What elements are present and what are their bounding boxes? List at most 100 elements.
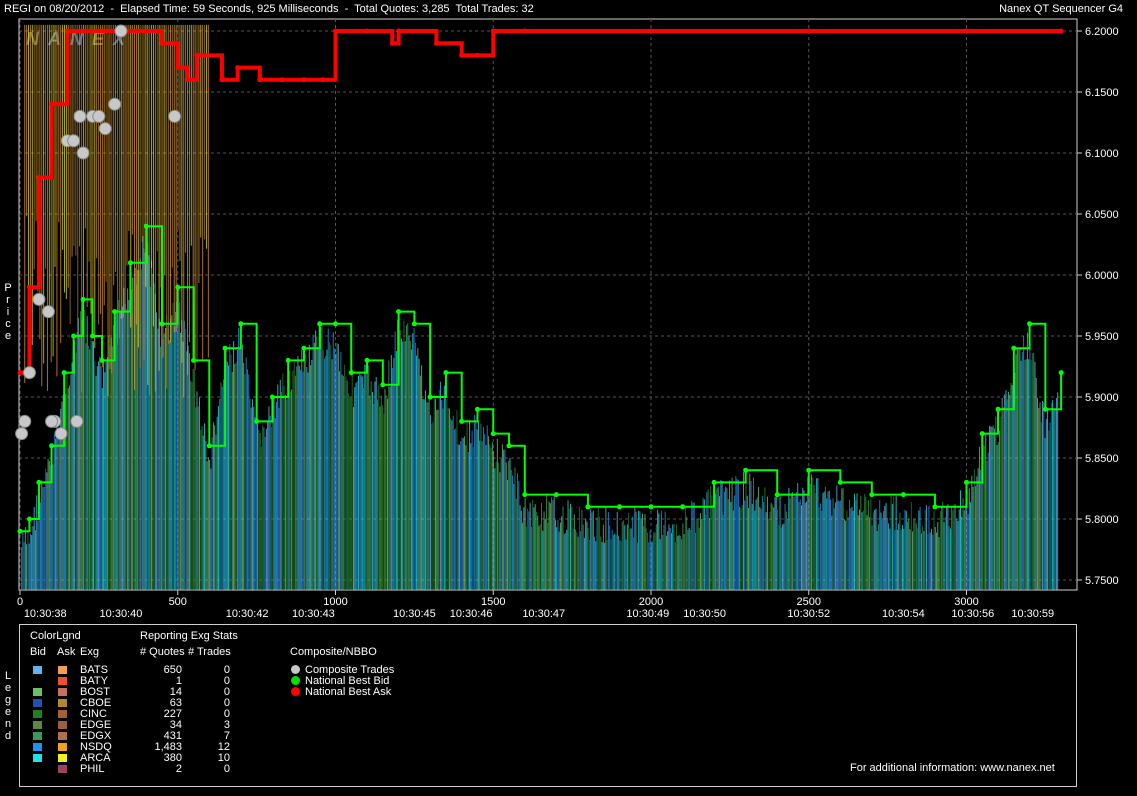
trade-count: 0 — [223, 763, 230, 775]
time-tick-label: 10:30:49 — [626, 608, 669, 620]
bid-point — [364, 357, 370, 363]
bid-point — [711, 479, 717, 485]
ask-point — [17, 370, 23, 376]
x-tick-label: 0 — [17, 596, 23, 608]
bid-color-swatch — [33, 743, 42, 751]
legend-side-title: L e g e n d — [4, 670, 12, 742]
ask-point — [36, 174, 42, 180]
composite-trade-point — [76, 146, 90, 160]
x-tick-label: 500 — [169, 596, 187, 608]
composite-title: Composite/NBBO — [290, 646, 377, 658]
bid-point — [127, 260, 133, 266]
bid-point — [175, 284, 181, 290]
bid-point — [112, 309, 118, 315]
ask-color-swatch — [58, 754, 67, 762]
bid-point — [680, 504, 686, 510]
x-tick-label: 1500 — [481, 596, 505, 608]
bid-point — [285, 357, 291, 363]
bid-point — [206, 443, 212, 449]
composite-legend-label: National Best Ask — [305, 686, 392, 698]
bid-point — [90, 333, 96, 339]
bid-point — [995, 406, 1001, 412]
bid-color-swatch — [33, 710, 42, 718]
bid-color-swatch — [33, 699, 42, 707]
bid-point — [1058, 370, 1064, 376]
ask-point — [648, 28, 654, 34]
composite-legend-marker — [291, 687, 300, 696]
y-tick-label: 5.9000 — [1085, 392, 1119, 404]
y-tick-label: 6.1500 — [1085, 87, 1119, 99]
composite-trade-point — [114, 24, 128, 38]
bid-point — [254, 418, 260, 424]
ask-point — [433, 40, 439, 46]
ask-color-swatch — [58, 721, 67, 729]
bid-point — [979, 431, 985, 437]
ask-point — [99, 28, 105, 34]
ask-point — [364, 28, 370, 34]
time-tick-label: 10:30:45 — [393, 608, 436, 620]
color-legend-title: ColorLgnd — [30, 630, 81, 642]
bid-point — [380, 382, 386, 388]
bid-color-swatch — [33, 666, 42, 674]
bid-point — [26, 516, 32, 522]
bid-point — [900, 492, 906, 498]
ask-point — [396, 28, 402, 34]
bid-color-swatch — [33, 688, 42, 696]
time-tick-label: 10:30:43 — [292, 608, 335, 620]
exchange-name: PHIL — [80, 763, 105, 775]
ask-point — [26, 284, 32, 290]
bid-point — [143, 223, 149, 229]
col-bid: Bid — [30, 646, 46, 658]
y-tick-label: 6.0500 — [1085, 209, 1119, 221]
composite-legend-marker — [291, 665, 300, 674]
y-axis-title: P r i c e — [4, 282, 12, 342]
composite-trade-point — [15, 427, 29, 441]
time-tick-label: 10:30:52 — [787, 608, 830, 620]
bid-point — [474, 406, 480, 412]
bid-point — [427, 394, 433, 400]
ask-point — [159, 40, 165, 46]
y-tick-label: 5.8000 — [1085, 514, 1119, 526]
y-tick-label: 5.7500 — [1085, 575, 1119, 587]
time-tick-label: 10:30:46 — [450, 608, 493, 620]
bid-point — [159, 321, 165, 327]
ask-color-swatch — [58, 732, 67, 740]
ask-point — [80, 28, 86, 34]
bid-point — [806, 467, 812, 473]
ask-color-swatch — [58, 666, 67, 674]
stats-title: Reporting Exg Stats — [140, 630, 238, 642]
composite-trade-point — [168, 109, 182, 123]
bid-point — [490, 431, 496, 437]
x-tick-label: 3000 — [954, 596, 978, 608]
composite-trade-point — [41, 305, 55, 319]
bid-point — [396, 309, 402, 315]
composite-trade-point — [70, 414, 84, 428]
bid-point — [585, 504, 591, 510]
composite-trade-point — [73, 109, 87, 123]
ask-point — [320, 77, 326, 83]
bid-point — [191, 357, 197, 363]
ask-color-swatch — [58, 688, 67, 696]
bid-point — [1042, 406, 1048, 412]
quote-count: 2 — [175, 763, 182, 775]
ask-point — [64, 28, 70, 34]
price-chart: NANEX 6.20006.15006.10006.05006.00005.95… — [15, 18, 1119, 620]
composite-trade-point — [108, 97, 122, 111]
ask-point — [175, 65, 181, 71]
bid-point — [99, 357, 105, 363]
ask-point — [389, 40, 395, 46]
bid-point — [459, 418, 465, 424]
bid-point — [616, 504, 622, 510]
bid-color-swatch — [33, 732, 42, 740]
composite-trade-point — [45, 414, 59, 428]
y-tick-label: 5.8500 — [1085, 453, 1119, 465]
col-exg: Exg — [80, 646, 99, 658]
col-quotes: # Quotes — [140, 646, 185, 658]
bid-point — [49, 443, 55, 449]
bid-point — [506, 443, 512, 449]
composite-trade-point — [32, 292, 46, 306]
footer-link[interactable]: For additional information: www.nanex.ne… — [850, 762, 1055, 774]
bid-point — [553, 492, 559, 498]
col-trades: # Trades — [188, 646, 231, 658]
bid-point — [348, 370, 354, 376]
